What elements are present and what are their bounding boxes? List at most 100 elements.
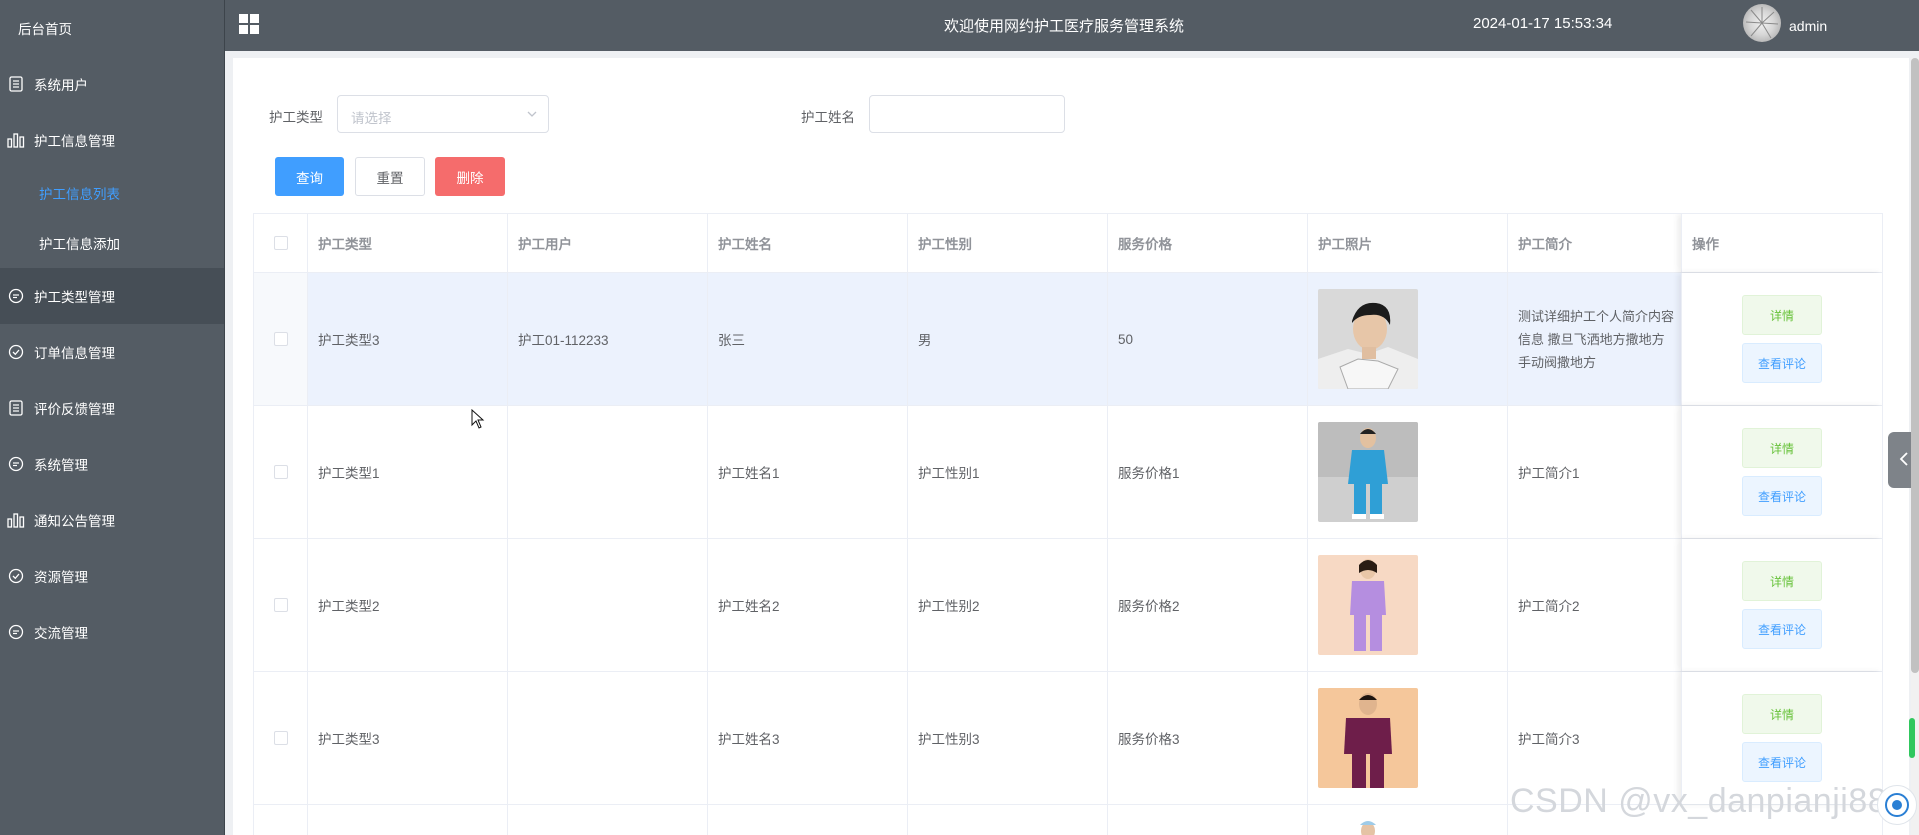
cell-user bbox=[508, 539, 708, 671]
fixed-op-cell: 详情 查看评论 bbox=[1681, 539, 1882, 671]
sidebar-item-label: 护工信息管理 bbox=[34, 134, 115, 149]
column-header[interactable]: 护工照片 bbox=[1308, 214, 1508, 272]
bar-chart-icon bbox=[6, 132, 26, 148]
intro-text: 测试详细护工个人简介内容信息 撒旦飞洒地方撒地方 手动阀撒地方 bbox=[1518, 308, 1675, 370]
column-header: 操作 bbox=[1692, 237, 1719, 252]
cell-price bbox=[1108, 805, 1308, 835]
sidebar-item-system[interactable]: 系统管理 bbox=[0, 436, 224, 492]
cell-name: 护工姓名1 bbox=[708, 406, 908, 538]
sidebar-item-home[interactable]: 后台首页 bbox=[0, 0, 224, 56]
username[interactable]: admin bbox=[1789, 18, 1827, 34]
column-header[interactable]: 护工姓名 bbox=[708, 214, 908, 272]
nurse-photo[interactable] bbox=[1318, 555, 1418, 655]
sidebar-item-notices[interactable]: 通知公告管理 bbox=[0, 492, 224, 548]
column-header[interactable]: 护工简介 bbox=[1508, 214, 1684, 272]
scrollbar-thumb[interactable] bbox=[1911, 58, 1919, 673]
delete-button[interactable]: 删除 bbox=[435, 157, 505, 196]
filter-type-label: 护工类型 bbox=[269, 110, 323, 125]
filter-name-label: 护工姓名 bbox=[801, 110, 855, 125]
view-review-button[interactable]: 查看评论 bbox=[1742, 343, 1822, 383]
row-actions: 详情 查看评论 bbox=[1742, 428, 1822, 516]
sidebar-item-label: 系统用户 bbox=[34, 78, 88, 93]
column-header[interactable]: 护工用户 bbox=[508, 214, 708, 272]
cell-user bbox=[508, 805, 708, 835]
cell-gender: 护工性别2 bbox=[908, 539, 1108, 671]
query-button[interactable]: 查询 bbox=[275, 157, 344, 196]
select-all-checkbox[interactable] bbox=[273, 236, 288, 250]
sidebar-item-label: 护工类型管理 bbox=[34, 290, 115, 305]
cell-ops: 详情 查看评论 bbox=[1682, 539, 1882, 671]
column-header[interactable]: 护工性别 bbox=[908, 214, 1108, 272]
nurse-table: 护工类型 护工用户 护工姓名 护工性别 服务价格 护工照片 护工简介 操作 护工… bbox=[253, 213, 1883, 835]
top-bar: 欢迎使用网约护工医疗服务管理系统 2024-01-17 15:53:34 adm… bbox=[225, 0, 1919, 51]
row-checkbox-cell bbox=[254, 805, 308, 835]
type-select[interactable]: 请选择 bbox=[337, 95, 549, 133]
sidebar-item-label: 订单信息管理 bbox=[34, 346, 115, 361]
name-input[interactable] bbox=[869, 95, 1065, 133]
view-review-button[interactable]: 查看评论 bbox=[1742, 476, 1822, 516]
sidebar-item-system-users[interactable]: 系统用户 bbox=[0, 56, 224, 112]
sidebar-item-orders[interactable]: 订单信息管理 bbox=[0, 324, 224, 380]
sidebar-item-nurse-type[interactable]: 护工类型管理 bbox=[0, 268, 224, 324]
header-checkbox-cell bbox=[254, 214, 308, 272]
mouse-cursor-icon bbox=[471, 408, 485, 432]
scroll-indicator bbox=[1909, 718, 1915, 758]
chevron-left-icon bbox=[1898, 451, 1910, 470]
detail-button[interactable]: 详情 bbox=[1742, 295, 1822, 335]
avatar[interactable] bbox=[1743, 4, 1781, 42]
view-review-button[interactable]: 查看评论 bbox=[1742, 609, 1822, 649]
row-checkbox[interactable] bbox=[273, 465, 288, 479]
app-logo-icon[interactable] bbox=[1877, 785, 1917, 825]
sidebar-item-resources[interactable]: 资源管理 bbox=[0, 548, 224, 604]
sidebar-item-nurse-info[interactable]: 护工信息管理 bbox=[0, 112, 224, 168]
datetime-display: 2024-01-17 15:53:34 bbox=[1473, 15, 1613, 32]
sidebar-item-communication[interactable]: 交流管理 bbox=[0, 604, 224, 660]
cell-type bbox=[308, 805, 508, 835]
grid-menu-icon[interactable] bbox=[238, 13, 260, 38]
sidebar: 后台首页 系统用户 护工信息管理 护工信息列表 护工信息添加 护工类型管理 订单… bbox=[0, 0, 225, 835]
cell-gender bbox=[908, 805, 1108, 835]
row-checkbox[interactable] bbox=[273, 731, 288, 745]
chat-icon bbox=[6, 288, 26, 304]
cell-name: 护工姓名2 bbox=[708, 539, 908, 671]
view-review-button[interactable]: 查看评论 bbox=[1742, 742, 1822, 782]
table-header: 护工类型 护工用户 护工姓名 护工性别 服务价格 护工照片 护工简介 操作 bbox=[254, 214, 1882, 273]
row-checkbox-cell bbox=[254, 672, 308, 804]
row-actions: 详情 查看评论 bbox=[1742, 561, 1822, 649]
cell-name bbox=[708, 805, 908, 835]
chat-icon bbox=[6, 456, 26, 472]
nurse-photo[interactable] bbox=[1318, 813, 1418, 835]
cell-price: 服务价格3 bbox=[1108, 672, 1308, 804]
column-header[interactable]: 护工类型 bbox=[308, 214, 508, 272]
row-checkbox[interactable] bbox=[273, 332, 288, 346]
detail-button[interactable]: 详情 bbox=[1742, 694, 1822, 734]
cell-type: 护工类型2 bbox=[308, 539, 508, 671]
nurse-photo[interactable] bbox=[1318, 422, 1418, 522]
fixed-op-cell: 详情 查看评论 bbox=[1681, 273, 1882, 405]
table-row[interactable]: 护工类型3 护工01-112233 张三 男 50 测试详细护工个人简介内容信息… bbox=[254, 273, 1882, 406]
cell-photo bbox=[1308, 273, 1508, 405]
column-header[interactable]: 服务价格 bbox=[1108, 214, 1308, 272]
document-icon bbox=[6, 76, 26, 92]
cell-type: 护工类型3 bbox=[308, 273, 508, 405]
sidebar-item-feedback[interactable]: 评价反馈管理 bbox=[0, 380, 224, 436]
cell-gender: 护工性别3 bbox=[908, 672, 1108, 804]
type-select-placeholder: 请选择 bbox=[351, 111, 392, 126]
table-row[interactable]: 护工类型1 护工姓名1 护工性别1 服务价格1 护工简介1 详情 查看评论 bbox=[254, 406, 1882, 539]
cell-price: 服务价格1 bbox=[1108, 406, 1308, 538]
detail-button[interactable]: 详情 bbox=[1742, 561, 1822, 601]
sidebar-subitem-nurse-add[interactable]: 护工信息添加 bbox=[0, 218, 224, 268]
cell-intro: 护工简介2 bbox=[1518, 599, 1580, 614]
sidebar-item-label: 评价反馈管理 bbox=[34, 402, 115, 417]
cell-photo bbox=[1308, 539, 1508, 671]
reset-button[interactable]: 重置 bbox=[355, 157, 425, 196]
row-checkbox[interactable] bbox=[273, 598, 288, 612]
check-circle-icon bbox=[6, 568, 26, 584]
detail-button[interactable]: 详情 bbox=[1742, 428, 1822, 468]
cell-price: 服务价格2 bbox=[1108, 539, 1308, 671]
nurse-photo[interactable] bbox=[1318, 289, 1418, 389]
sidebar-subitem-nurse-list[interactable]: 护工信息列表 bbox=[0, 168, 224, 218]
nurse-photo[interactable] bbox=[1318, 688, 1418, 788]
table-row[interactable]: 护工类型2 护工姓名2 护工性别2 服务价格2 护工简介2 详情 查看评论 bbox=[254, 539, 1882, 672]
sidebar-item-label: 系统管理 bbox=[34, 458, 88, 473]
